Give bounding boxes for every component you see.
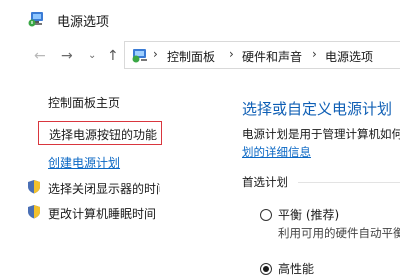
breadcrumb-separator: ›: [229, 47, 234, 61]
navigation-bar: ← → ⌄ ↑ › 控制面板 › 硬件和声音 › 电源选项: [0, 40, 400, 72]
page-description: 电源计划是用于管理计算机如何使用电源的: [242, 127, 400, 141]
arrow-up-icon[interactable]: ↑: [107, 47, 119, 65]
plan-balanced-label[interactable]: 平衡 (推荐): [278, 206, 339, 223]
sidebar-item-choose-power-buttons[interactable]: 选择电源按钮的功能: [49, 126, 157, 143]
plan-high-performance-label[interactable]: 高性能: [278, 260, 314, 277]
control-panel-icon: [132, 49, 147, 63]
breadcrumb-separator: ›: [153, 47, 158, 61]
breadcrumb-hardware-sound[interactable]: 硬件和声音: [242, 48, 302, 65]
arrow-right-icon[interactable]: →: [61, 47, 73, 65]
sidebar-item-home[interactable]: 控制面板主页: [48, 94, 120, 111]
title-bar: 电源选项: [0, 0, 400, 36]
section-label: 首选计划: [242, 175, 288, 189]
sidebar-item-create-plan[interactable]: 创建电源计划: [48, 154, 120, 171]
breadcrumb-power-options[interactable]: 电源选项: [325, 48, 373, 65]
plan-details-link[interactable]: 划的详细信息: [242, 144, 311, 160]
shield-icon: [28, 205, 40, 219]
shield-icon: [28, 180, 40, 194]
arrow-left-icon[interactable]: ←: [34, 47, 46, 65]
window-title: 电源选项: [57, 15, 110, 30]
sidebar-item-sleep-time[interactable]: 更改计算机睡眠时间: [48, 205, 156, 222]
sidebar: 控制面板主页 选择电源按钮的功能 创建电源计划 选择关闭显示器的时间 更改计算机…: [0, 80, 220, 280]
plan-balanced-description: 利用可用的硬件自动平衡功耗与性能: [278, 226, 400, 240]
main-content: 选择或自定义电源计划 电源计划是用于管理计算机如何使用电源的 划的详细信息 首选…: [228, 80, 400, 280]
power-options-icon: [28, 12, 43, 27]
plan-balanced-radio[interactable]: [260, 209, 272, 221]
breadcrumb-control-panel[interactable]: 控制面板: [167, 48, 215, 65]
divider: [298, 182, 400, 183]
address-bar[interactable]: › 控制面板 › 硬件和声音 › 电源选项: [124, 41, 400, 69]
plan-high-performance-radio[interactable]: [260, 263, 272, 275]
page-title: 选择或自定义电源计划: [242, 100, 393, 118]
breadcrumb-separator: ›: [312, 47, 317, 61]
sidebar-item-display-off[interactable]: 选择关闭显示器的时间: [48, 180, 160, 197]
chevron-down-icon[interactable]: ⌄: [88, 47, 96, 65]
